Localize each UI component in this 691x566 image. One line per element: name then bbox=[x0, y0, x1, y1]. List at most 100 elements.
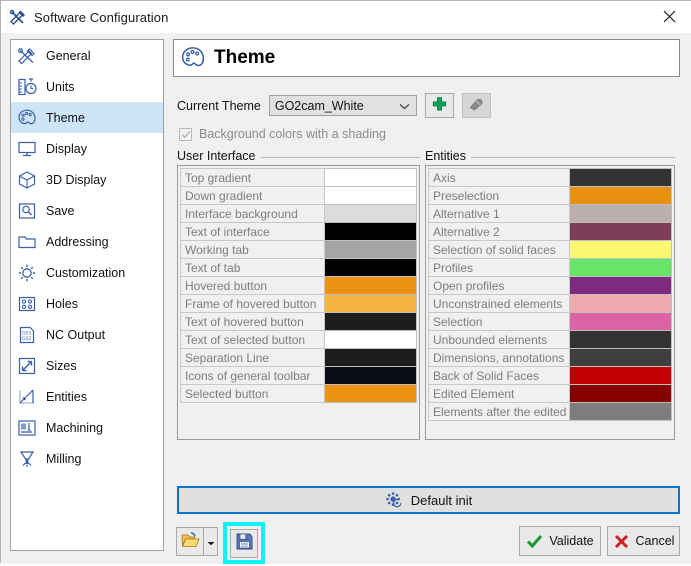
color-row[interactable]: Alternative 2 bbox=[429, 223, 672, 241]
sidebar-item-save[interactable]: Save bbox=[11, 195, 163, 226]
add-theme-button[interactable] bbox=[425, 93, 454, 118]
default-init-button[interactable]: Default init bbox=[177, 486, 680, 514]
current-theme-select[interactable]: GO2cam_White bbox=[269, 95, 417, 116]
color-swatch[interactable] bbox=[325, 169, 417, 187]
sidebar-item-customization[interactable]: Customization bbox=[11, 257, 163, 288]
color-swatch[interactable] bbox=[325, 349, 417, 367]
cancel-button[interactable]: Cancel bbox=[607, 526, 680, 556]
color-row-label: Alternative 1 bbox=[429, 205, 570, 223]
color-swatch[interactable] bbox=[570, 295, 672, 313]
color-row[interactable]: Back of Solid Faces bbox=[429, 367, 672, 385]
color-row-label: Frame of hovered button bbox=[181, 295, 325, 313]
sidebar-item-label: Display bbox=[46, 142, 87, 156]
entities-group: Entities AxisPreselectionAlternative 1Al… bbox=[425, 157, 675, 447]
color-row[interactable]: Icons of general toolbar bbox=[181, 367, 417, 385]
sidebar-item-label: Units bbox=[46, 80, 74, 94]
color-swatch[interactable] bbox=[570, 331, 672, 349]
color-row[interactable]: Alternative 1 bbox=[429, 205, 672, 223]
color-row[interactable]: Selection of solid faces bbox=[429, 241, 672, 259]
close-icon[interactable] bbox=[646, 1, 691, 32]
color-swatch[interactable] bbox=[570, 223, 672, 241]
color-row[interactable]: Top gradient bbox=[181, 169, 417, 187]
color-swatch[interactable] bbox=[325, 367, 417, 385]
color-swatch[interactable] bbox=[325, 331, 417, 349]
color-swatch[interactable] bbox=[325, 205, 417, 223]
color-row[interactable]: Working tab bbox=[181, 241, 417, 259]
color-row[interactable]: Text of selected button bbox=[181, 331, 417, 349]
sidebar-item-units[interactable]: Units bbox=[11, 71, 163, 102]
open-button[interactable] bbox=[176, 527, 204, 556]
sidebar-item-machining[interactable]: Machining bbox=[11, 412, 163, 443]
color-swatch[interactable] bbox=[325, 313, 417, 331]
open-dropdown-button[interactable] bbox=[204, 527, 218, 556]
color-row[interactable]: Profiles bbox=[429, 259, 672, 277]
color-row[interactable]: Frame of hovered button bbox=[181, 295, 417, 313]
sidebar-item-display[interactable]: Display bbox=[11, 133, 163, 164]
color-row[interactable]: Text of interface bbox=[181, 223, 417, 241]
color-swatch[interactable] bbox=[570, 169, 672, 187]
color-swatch[interactable] bbox=[325, 187, 417, 205]
color-swatch[interactable] bbox=[570, 385, 672, 403]
color-swatch[interactable] bbox=[325, 241, 417, 259]
sidebar-item-general[interactable]: General bbox=[11, 40, 163, 71]
dialog-button-bar: Validate Cancel bbox=[173, 522, 683, 566]
color-row[interactable]: Dimensions, annotations bbox=[429, 349, 672, 367]
color-row[interactable]: Open profiles bbox=[429, 277, 672, 295]
color-row[interactable]: Edited Element bbox=[429, 385, 672, 403]
color-swatch[interactable] bbox=[325, 385, 417, 403]
color-swatch[interactable] bbox=[570, 349, 672, 367]
color-row[interactable]: Text of tab bbox=[181, 259, 417, 277]
sidebar-item-theme[interactable]: Theme bbox=[11, 102, 163, 133]
sidebar-item-3d-display[interactable]: 3D Display bbox=[11, 164, 163, 195]
color-row[interactable]: Text of hovered button bbox=[181, 313, 417, 331]
color-row-label: Separation Line bbox=[181, 349, 325, 367]
color-row[interactable]: Hovered button bbox=[181, 277, 417, 295]
sidebar-item-nc-output[interactable]: G01 G02 NC Output bbox=[11, 319, 163, 350]
shading-checkbox[interactable] bbox=[179, 128, 192, 141]
color-row-label: Axis bbox=[429, 169, 570, 187]
save-button-highlight bbox=[223, 522, 265, 564]
palette-icon bbox=[180, 45, 206, 71]
validate-button[interactable]: Validate bbox=[519, 526, 601, 556]
chevron-down-icon bbox=[399, 99, 410, 113]
color-row[interactable]: Selection bbox=[429, 313, 672, 331]
save-button[interactable] bbox=[230, 529, 258, 558]
color-row-label: Icons of general toolbar bbox=[181, 367, 325, 385]
color-row[interactable]: Down gradient bbox=[181, 187, 417, 205]
color-row[interactable]: Elements after the edited element bbox=[429, 403, 672, 421]
sidebar-item-label: Addressing bbox=[46, 235, 109, 249]
sidebar-item-sizes[interactable]: Sizes bbox=[11, 350, 163, 381]
color-swatch[interactable] bbox=[570, 187, 672, 205]
sidebar-item-milling[interactable]: Milling bbox=[11, 443, 163, 474]
color-row[interactable]: Interface background bbox=[181, 205, 417, 223]
user-interface-group: User Interface Top gradientDown gradient… bbox=[177, 157, 420, 447]
page-header: Theme bbox=[173, 39, 680, 77]
color-swatch[interactable] bbox=[570, 241, 672, 259]
color-swatch[interactable] bbox=[325, 223, 417, 241]
color-swatch[interactable] bbox=[570, 313, 672, 331]
sidebar-item-holes[interactable]: Holes bbox=[11, 288, 163, 319]
color-swatch[interactable] bbox=[570, 277, 672, 295]
color-row[interactable]: Selected button bbox=[181, 385, 417, 403]
color-row-label: Unconstrained elements bbox=[429, 295, 570, 313]
color-row[interactable]: Axis bbox=[429, 169, 672, 187]
erase-theme-button[interactable] bbox=[462, 93, 491, 118]
shading-checkbox-row[interactable]: Background colors with a shading bbox=[179, 127, 386, 141]
color-swatch[interactable] bbox=[570, 367, 672, 385]
eraser-icon bbox=[467, 95, 485, 116]
color-swatch[interactable] bbox=[325, 277, 417, 295]
sidebar-item-entities[interactable]: Entities bbox=[11, 381, 163, 412]
color-row[interactable]: Preselection bbox=[429, 187, 672, 205]
color-swatch[interactable] bbox=[325, 295, 417, 313]
sidebar-item-addressing[interactable]: Addressing bbox=[11, 226, 163, 257]
color-row[interactable]: Unbounded elements bbox=[429, 331, 672, 349]
entities-icon bbox=[16, 386, 38, 408]
color-swatch[interactable] bbox=[570, 259, 672, 277]
sidebar-item-label: Milling bbox=[46, 452, 81, 466]
color-swatch[interactable] bbox=[570, 205, 672, 223]
color-row[interactable]: Separation Line bbox=[181, 349, 417, 367]
cross-icon bbox=[613, 533, 630, 550]
color-swatch[interactable] bbox=[570, 403, 672, 421]
color-row[interactable]: Unconstrained elements bbox=[429, 295, 672, 313]
color-swatch[interactable] bbox=[325, 259, 417, 277]
